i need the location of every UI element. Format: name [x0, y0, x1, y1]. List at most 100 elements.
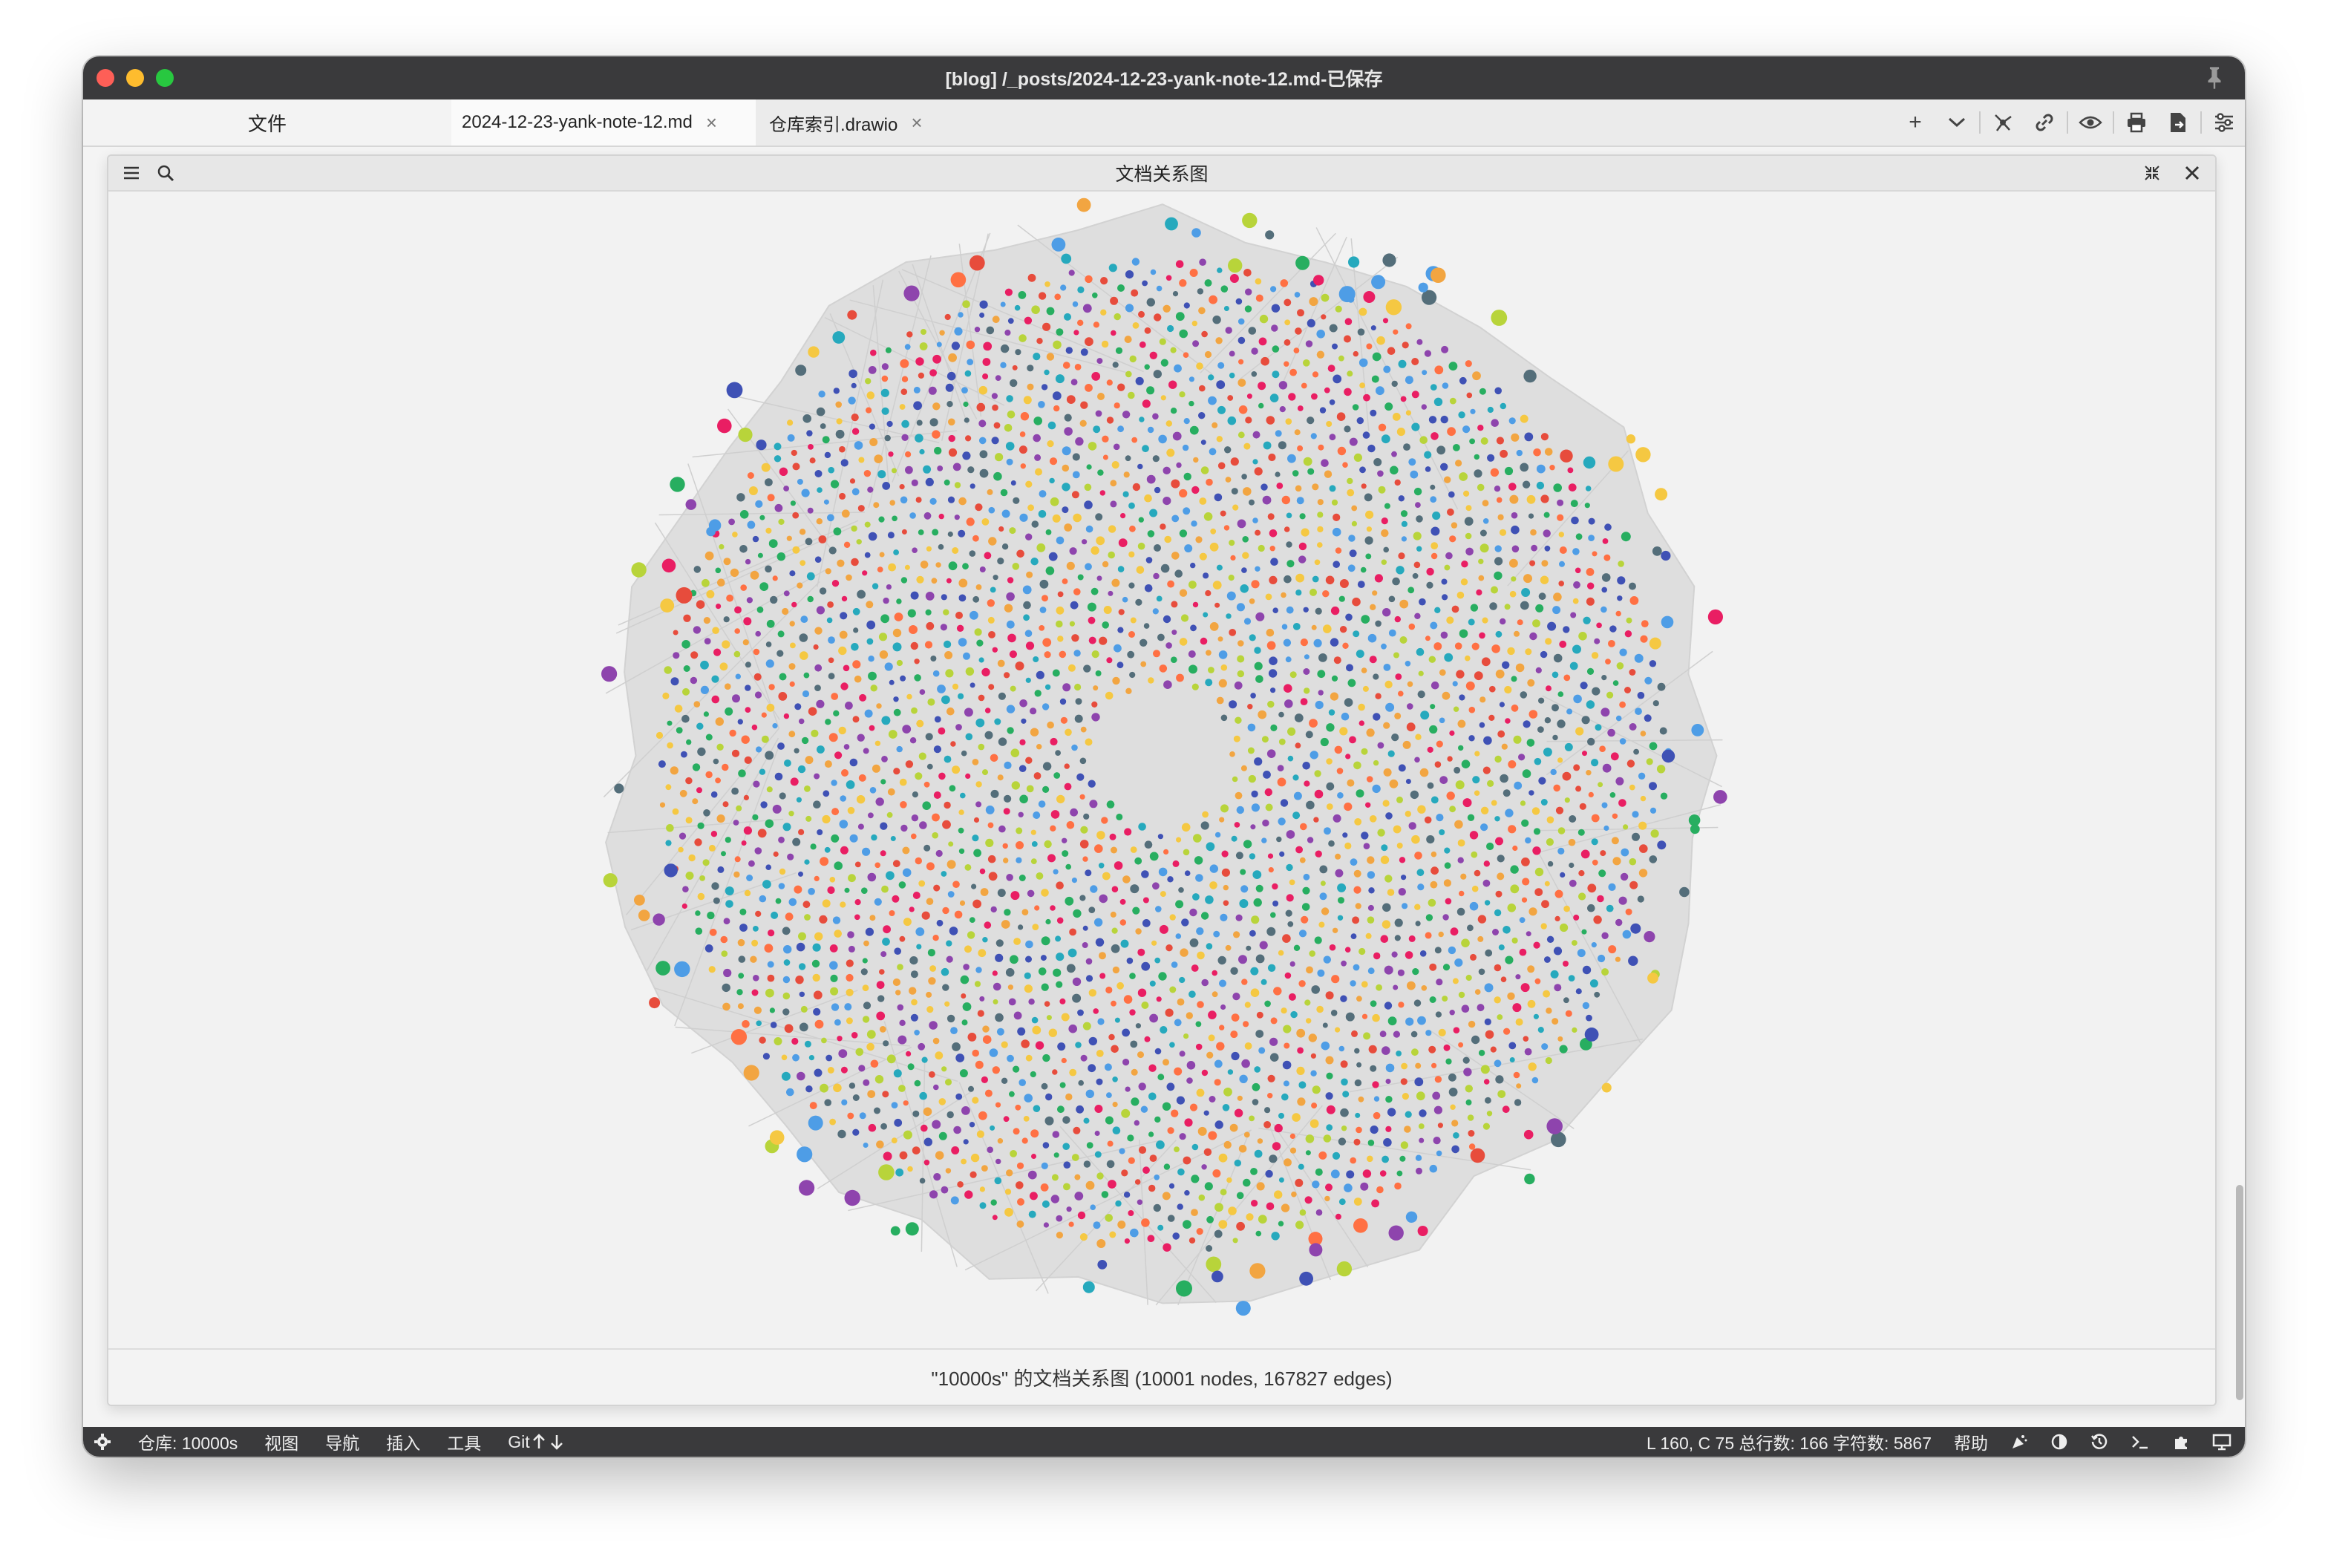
graph-node[interactable]	[1490, 1046, 1497, 1053]
graph-node[interactable]	[1209, 622, 1219, 631]
graph-node[interactable]	[1018, 334, 1027, 342]
graph-node[interactable]	[1294, 429, 1301, 436]
graph-node[interactable]	[1509, 590, 1517, 598]
graph-node[interactable]	[1080, 726, 1087, 733]
graph-node[interactable]	[1243, 1131, 1250, 1138]
graph-node[interactable]	[1484, 1018, 1491, 1025]
graph-node[interactable]	[1440, 631, 1448, 639]
graph-node[interactable]	[1381, 844, 1388, 852]
graph-node[interactable]	[1381, 559, 1387, 565]
graph-node[interactable]	[1347, 477, 1353, 485]
graph-node[interactable]	[976, 639, 984, 647]
graph-node[interactable]	[1494, 486, 1501, 492]
graph-node[interactable]	[1384, 1002, 1393, 1010]
graph-node[interactable]	[1263, 1121, 1271, 1128]
graph-node[interactable]	[965, 733, 973, 741]
graph-node[interactable]	[1414, 1077, 1424, 1087]
graph-node[interactable]	[1468, 1130, 1475, 1137]
graph-node[interactable]	[925, 733, 933, 741]
graph-node[interactable]	[1525, 648, 1532, 656]
graph-node[interactable]	[987, 822, 994, 829]
graph-node[interactable]	[907, 1166, 913, 1172]
graph-node[interactable]	[1570, 612, 1577, 618]
graph-node[interactable]	[979, 1186, 985, 1192]
graph-node[interactable]	[1405, 323, 1412, 330]
graph-node[interactable]	[1149, 1154, 1157, 1162]
graph-node[interactable]	[1494, 387, 1502, 395]
graph-node[interactable]	[697, 892, 705, 901]
graph-node[interactable]	[1193, 834, 1202, 843]
graph-node[interactable]	[1030, 558, 1039, 566]
graph-node[interactable]	[788, 811, 794, 817]
graph-node[interactable]	[1088, 780, 1096, 788]
graph-node[interactable]	[1569, 862, 1575, 869]
graph-node[interactable]	[721, 950, 728, 957]
graph-node[interactable]	[1284, 575, 1292, 584]
graph-node[interactable]	[667, 742, 673, 749]
graph-node[interactable]	[1494, 816, 1500, 822]
graph-node[interactable]	[1606, 904, 1614, 912]
graph-node[interactable]	[1023, 396, 1032, 405]
graph-node[interactable]	[1237, 379, 1246, 387]
graph-node[interactable]	[765, 864, 771, 870]
graph-node[interactable]	[1413, 487, 1422, 496]
graph-node[interactable]	[742, 639, 749, 646]
graph-node[interactable]	[1004, 288, 1013, 296]
graph-node[interactable]	[1184, 1118, 1193, 1127]
graph-node[interactable]	[992, 404, 998, 411]
graph-node[interactable]	[1293, 347, 1300, 353]
graph-node[interactable]	[1335, 1027, 1341, 1033]
graph-node[interactable]	[1082, 1281, 1095, 1293]
graph-node[interactable]	[767, 961, 774, 968]
graph-node[interactable]	[852, 660, 861, 669]
graph-node[interactable]	[912, 1146, 921, 1154]
graph-node[interactable]	[1464, 517, 1474, 526]
graph-node[interactable]	[1353, 964, 1360, 971]
graph-node[interactable]	[1412, 572, 1419, 579]
graph-node[interactable]	[1370, 1065, 1377, 1072]
graph-node[interactable]	[1112, 1102, 1118, 1108]
graph-node[interactable]	[1595, 724, 1602, 731]
graph-node[interactable]	[692, 798, 699, 805]
graph-node[interactable]	[709, 928, 717, 936]
graph-node[interactable]	[1310, 433, 1317, 440]
graph-node[interactable]	[1344, 842, 1352, 849]
graph-node[interactable]	[1109, 833, 1116, 840]
graph-node[interactable]	[925, 592, 935, 601]
graph-node[interactable]	[746, 875, 753, 881]
graph-node[interactable]	[1617, 576, 1626, 585]
graph-node[interactable]	[1147, 1235, 1155, 1243]
graph-node[interactable]	[1275, 471, 1281, 477]
graph-node[interactable]	[914, 1079, 921, 1087]
graph-node[interactable]	[1284, 972, 1292, 979]
graph-node[interactable]	[792, 1054, 800, 1062]
graph-node[interactable]	[1583, 456, 1596, 469]
graph-node[interactable]	[1255, 675, 1263, 683]
graph-node[interactable]	[1315, 1209, 1323, 1216]
graph-node[interactable]	[1580, 682, 1588, 690]
graph-node[interactable]	[1247, 747, 1255, 754]
graph-node[interactable]	[1053, 968, 1062, 977]
graph-node[interactable]	[1255, 612, 1265, 621]
graph-node[interactable]	[916, 719, 924, 728]
graph-node[interactable]	[966, 517, 975, 526]
graph-node[interactable]	[1615, 956, 1621, 962]
graph-node[interactable]	[890, 1226, 900, 1236]
graph-node[interactable]	[1324, 1195, 1330, 1202]
graph-node[interactable]	[1208, 1010, 1217, 1019]
graph-node[interactable]	[1573, 581, 1580, 589]
graph-node[interactable]	[939, 330, 945, 336]
graph-node[interactable]	[918, 372, 924, 379]
graph-node[interactable]	[1237, 431, 1245, 439]
graph-node[interactable]	[1317, 670, 1326, 679]
graph-node[interactable]	[1285, 656, 1292, 663]
graph-node[interactable]	[1295, 589, 1302, 596]
graph-node[interactable]	[912, 1110, 920, 1117]
graph-node[interactable]	[1137, 988, 1147, 997]
graph-node[interactable]	[1560, 923, 1569, 932]
graph-node[interactable]	[1165, 642, 1172, 649]
graph-node[interactable]	[1626, 760, 1635, 768]
graph-node[interactable]	[1381, 529, 1389, 538]
graph-node[interactable]	[1010, 685, 1016, 692]
graph-node[interactable]	[1083, 1160, 1091, 1168]
